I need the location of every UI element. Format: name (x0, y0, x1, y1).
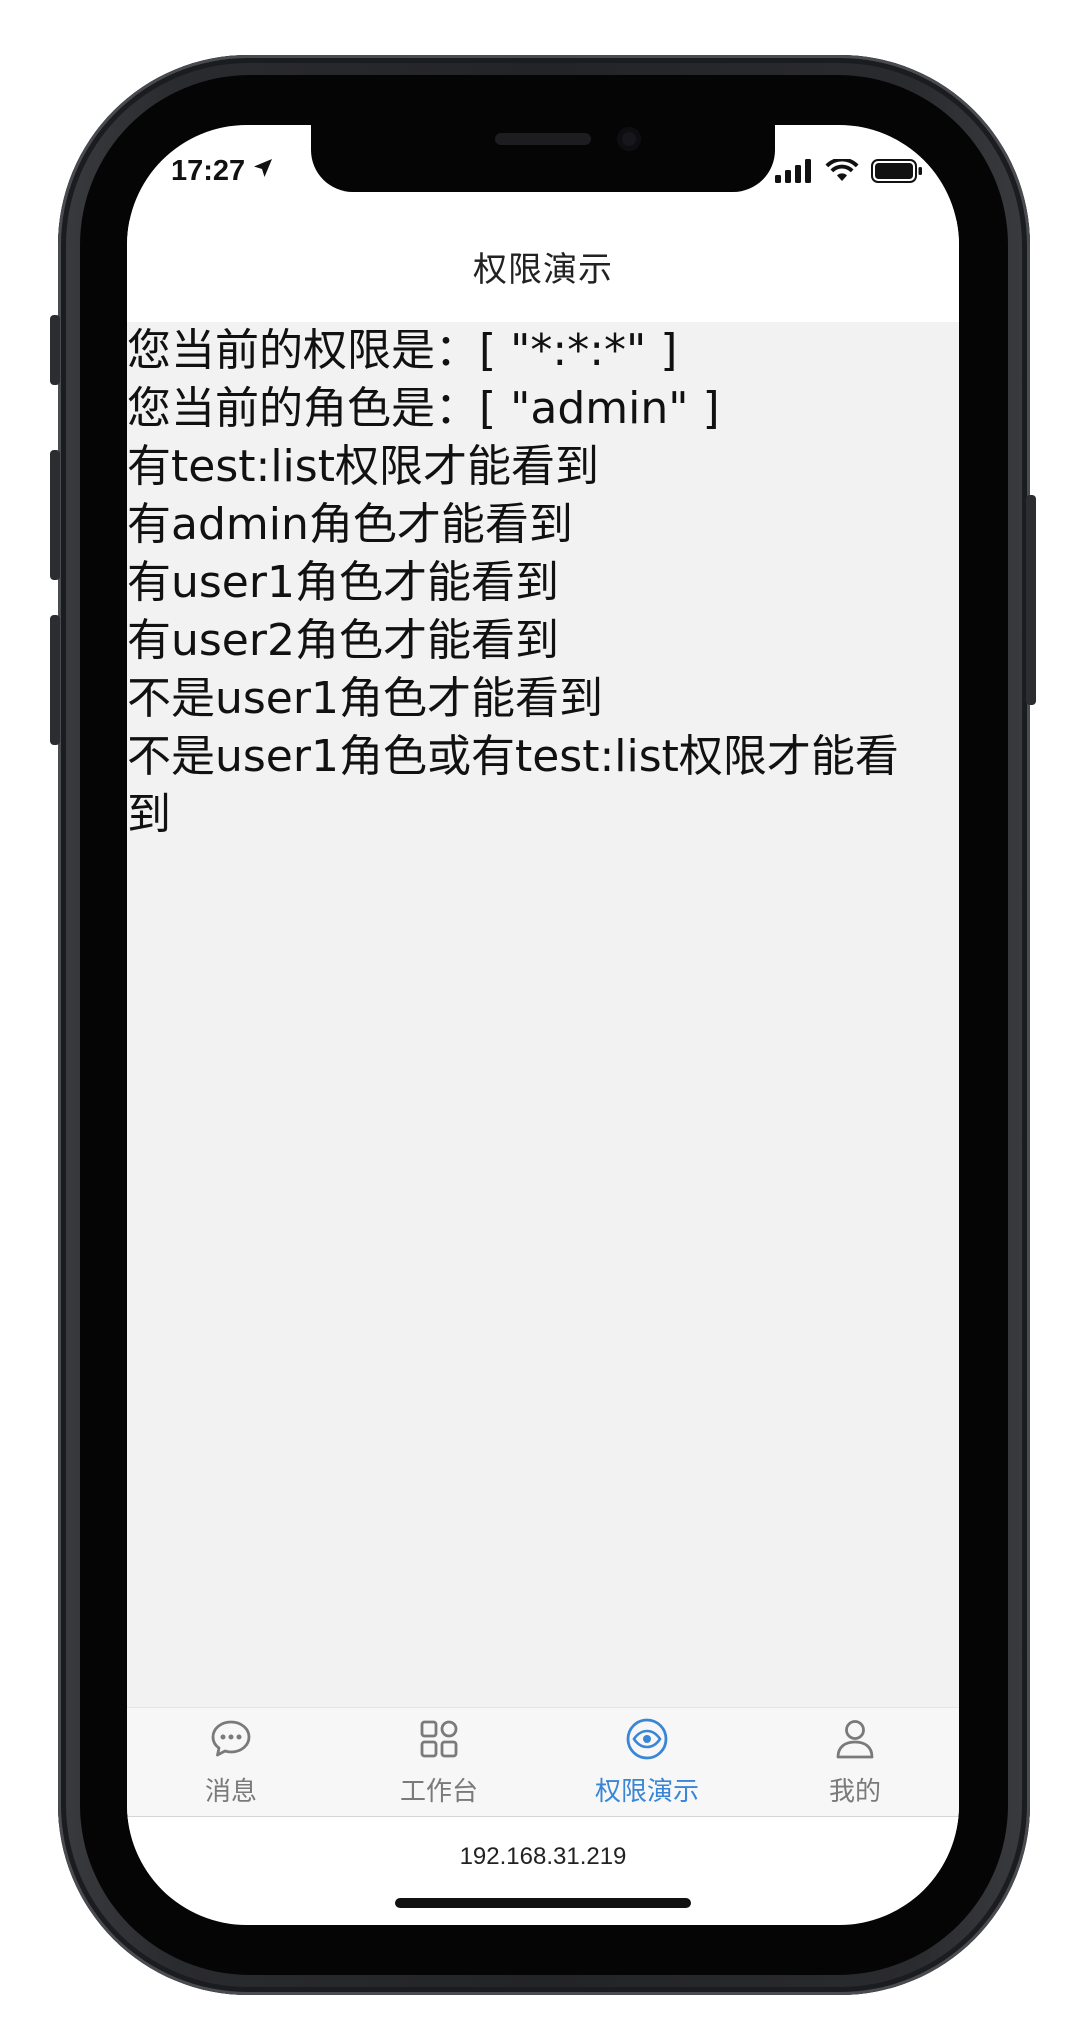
grid-icon (417, 1717, 461, 1765)
has-user1-role-line: 有user1角色才能看到 (127, 557, 559, 608)
has-user2-role-line: 有user2角色才能看到 (127, 615, 559, 666)
tab-permission-demo[interactable]: 权限演示 (543, 1708, 751, 1816)
status-time: 17:27 (171, 155, 275, 188)
navigation-bar: 权限演示 (127, 220, 959, 312)
location-arrow-icon (251, 155, 275, 188)
tab-workbench[interactable]: 工作台 (335, 1708, 543, 1816)
status-icons (775, 157, 923, 187)
notch (311, 125, 775, 192)
tab-permission-demo-label: 权限演示 (594, 1776, 699, 1807)
power-button (1026, 495, 1036, 705)
page-title: 权限演示 (473, 249, 613, 290)
status-time-text: 17:27 (171, 155, 246, 187)
tab-mine[interactable]: 我的 (751, 1708, 959, 1816)
front-camera (617, 127, 641, 151)
has-admin-role-line: 有admin角色才能看到 (127, 499, 573, 550)
not-user1-role-line: 不是user1角色才能看到 (127, 673, 603, 724)
tab-messages-label: 消息 (204, 1776, 257, 1807)
silent-switch (50, 315, 60, 385)
chat-bubble-icon (209, 1717, 253, 1765)
tab-workbench-label: 工作台 (399, 1776, 478, 1807)
cellular-signal-icon (775, 159, 813, 187)
tab-messages[interactable]: 消息 (127, 1708, 335, 1816)
has-permission-line: 有test:list权限才能看到 (127, 441, 599, 492)
tab-mine-label: 我的 (828, 1776, 881, 1807)
url-bar[interactable]: 192.168.31.219 (127, 1817, 959, 1897)
wifi-icon (825, 157, 859, 187)
home-indicator[interactable] (395, 1898, 691, 1908)
battery-icon (871, 159, 923, 187)
eye-icon (625, 1717, 669, 1765)
volume-up-button (50, 450, 60, 580)
volume-down-button (50, 615, 60, 745)
url-host: 192.168.31.219 (459, 1843, 627, 1870)
permission-content: 您当前的权限是：[ "*:*:*" ] 您当前的角色是：[ "admin" ] … (127, 322, 959, 1707)
phone-screen: 17:27 权限演示 您当前的权限是：["*:*:*"] 您当前的角色是：[… (127, 125, 959, 1925)
person-icon (833, 1717, 877, 1765)
tab-bar: 消息 工作台 权限演示 我的 (127, 1707, 959, 1818)
not-user1-or-permission-line: 不是user1角色或有test:list权限才能看到 (127, 731, 899, 840)
current-roles-line: 您当前的角色是：[ "admin" ] (127, 383, 720, 434)
permission-lines: 您当前的权限是：[ "*:*:*" ] 您当前的角色是：[ "admin" ] … (127, 322, 959, 844)
current-permissions-line: 您当前的权限是：[ "*:*:*" ] (127, 325, 678, 376)
speaker-grille (495, 133, 591, 145)
